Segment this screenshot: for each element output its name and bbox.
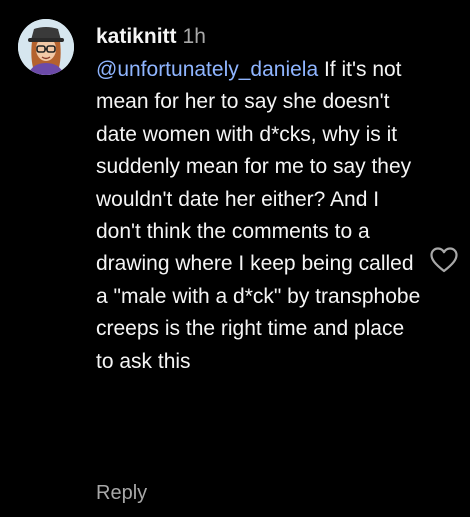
avatar-illustration (18, 19, 74, 75)
comment-content: katiknitt 1h @unfortunately_daniela If it… (96, 20, 426, 378)
avatar[interactable] (18, 19, 74, 75)
mention-link[interactable]: @unfortunately_daniela (96, 58, 318, 81)
comment-item: katiknitt 1h @unfortunately_daniela If it… (0, 0, 470, 517)
like-button[interactable] (430, 247, 458, 273)
comment-meta: katiknitt 1h (96, 20, 426, 54)
timestamp: 1h (182, 25, 206, 48)
comment-body: If it's not mean for her to say she does… (96, 58, 421, 373)
comment-text: @unfortunately_daniela If it's not mean … (96, 54, 426, 378)
heart-outline-icon (430, 247, 458, 273)
username[interactable]: katiknitt (96, 25, 177, 48)
reply-button[interactable]: Reply (96, 478, 147, 508)
